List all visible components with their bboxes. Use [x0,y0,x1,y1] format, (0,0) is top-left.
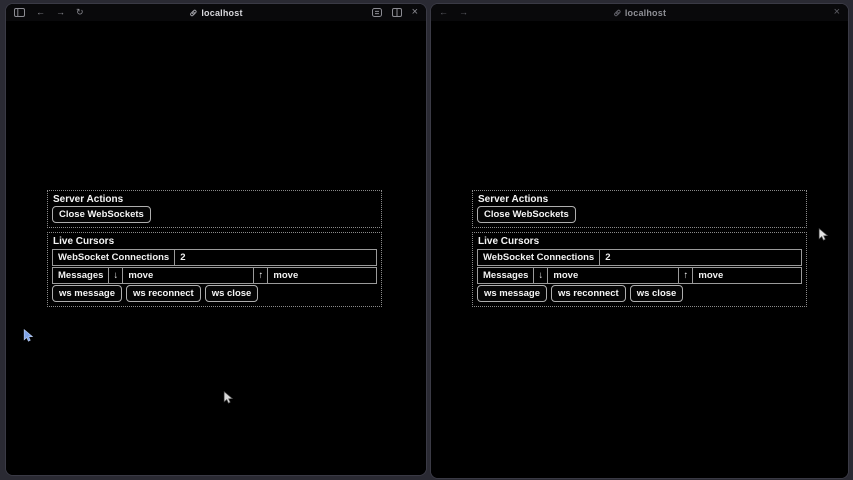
last-received-message: move [548,268,679,283]
connections-row: WebSocket Connections 2 [52,249,377,266]
back-icon[interactable]: ← [36,8,45,17]
messages-row: Messages ↓ move ↑ move [52,267,377,284]
ws-close-button[interactable]: ws close [630,285,684,302]
last-received-message: move [123,268,254,283]
browser-window-right: ← → localhost × Server Actions Close Web… [431,4,848,478]
reader-icon[interactable] [372,8,382,17]
messages-label: Messages [53,268,109,283]
last-sent-message: move [268,268,376,283]
ws-buttons-row: ws message ws reconnect ws close [477,285,683,302]
arrow-up-icon: ↑ [254,268,268,283]
connections-value: 2 [600,250,801,265]
live-cursors-panel: Live Cursors WebSocket Connections 2 Mes… [472,232,807,307]
page-title: localhost [201,8,242,18]
titlebar-right-controls: × [372,7,426,18]
server-actions-panel: Server Actions Close WebSockets [472,190,807,228]
messages-row: Messages ↓ move ↑ move [477,267,802,284]
forward-icon[interactable]: → [459,8,468,17]
connections-label: WebSocket Connections [53,250,175,265]
page-content-right: Server Actions Close WebSockets Live Cur… [431,21,848,478]
close-websockets-button[interactable]: Close WebSockets [477,206,576,223]
live-cursors-panel: Live Cursors WebSocket Connections 2 Mes… [47,232,382,307]
page-title: localhost [625,8,666,18]
close-icon[interactable]: × [834,7,840,18]
back-icon[interactable]: ← [439,8,448,17]
forward-icon[interactable]: → [56,8,65,17]
link-icon [189,9,197,17]
titlebar-left-controls: ← → ↻ [6,8,84,17]
link-icon [613,9,621,17]
split-view-icon[interactable] [392,8,402,17]
close-icon[interactable]: × [412,7,418,18]
arrow-down-icon: ↓ [109,268,123,283]
titlebar-right-controls: × [834,7,848,18]
address-area-right[interactable]: localhost [613,4,666,21]
arrow-down-icon: ↓ [534,268,548,283]
last-sent-message: move [693,268,801,283]
titlebar-left-controls: ← → [431,8,468,17]
page-content-left: Server Actions Close WebSockets Live Cur… [6,21,426,475]
connections-row: WebSocket Connections 2 [477,249,802,266]
titlebar-right[interactable]: ← → localhost × [431,4,848,22]
server-actions-title: Server Actions [53,194,123,205]
live-cursors-title: Live Cursors [478,236,539,247]
address-area-left[interactable]: localhost [189,4,242,21]
ws-message-button[interactable]: ws message [477,285,547,302]
ws-message-button[interactable]: ws message [52,285,122,302]
ws-buttons-row: ws message ws reconnect ws close [52,285,258,302]
messages-label: Messages [478,268,534,283]
reload-icon[interactable]: ↻ [76,8,84,17]
ws-close-button[interactable]: ws close [205,285,259,302]
close-websockets-button[interactable]: Close WebSockets [52,206,151,223]
ws-reconnect-button[interactable]: ws reconnect [551,285,626,302]
live-cursors-title: Live Cursors [53,236,114,247]
server-actions-title: Server Actions [478,194,548,205]
titlebar-left[interactable]: ← → ↻ localhost × [6,4,426,22]
sidebar-toggle-icon[interactable] [14,8,25,17]
browser-window-left: ← → ↻ localhost × Server Actions Close W… [6,4,426,475]
connections-label: WebSocket Connections [478,250,600,265]
server-actions-panel: Server Actions Close WebSockets [47,190,382,228]
connections-value: 2 [175,250,376,265]
ws-reconnect-button[interactable]: ws reconnect [126,285,201,302]
arrow-up-icon: ↑ [679,268,693,283]
